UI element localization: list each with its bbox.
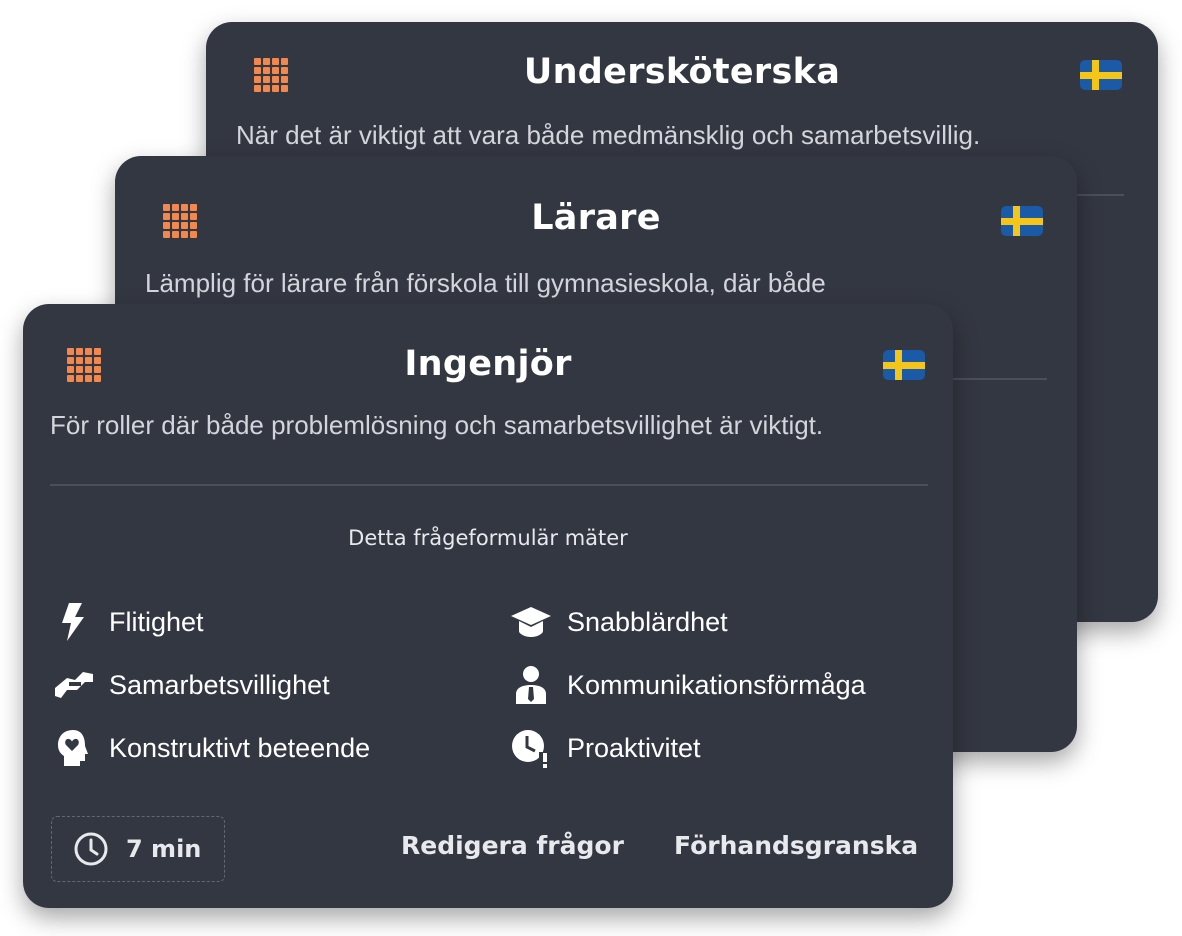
trait-snabblardhet: Snabblärdhet <box>511 602 728 642</box>
swedish-flag-icon <box>1080 60 1122 90</box>
card-title: Lärare <box>531 198 661 238</box>
swedish-flag-icon <box>1001 206 1043 236</box>
trait-samarbetsvillighet: Samarbetsvillighet <box>53 665 330 705</box>
trait-kommunikationsformaga: Kommunikationsförmåga <box>511 665 866 705</box>
handshake-icon <box>53 665 93 705</box>
trait-label: Samarbetsvillighet <box>109 669 330 700</box>
trait-flitighet: Flitighet <box>53 602 204 642</box>
trait-proaktivitet: Proaktivitet <box>511 728 701 768</box>
graduation-cap-icon <box>511 602 551 642</box>
trait-label: Snabblärdhet <box>567 606 728 637</box>
divider <box>50 484 928 486</box>
edit-questions-button[interactable]: Redigera frågor <box>401 831 624 860</box>
card-description: För roller där både problemlösning och s… <box>50 410 824 440</box>
card-ingenjor[interactable]: Ingenjör För roller där både problemlösn… <box>23 304 953 908</box>
person-tie-icon <box>511 665 551 705</box>
measures-heading: Detta frågeformulär mäter <box>348 526 628 550</box>
trait-label: Konstruktivt beteende <box>109 732 371 763</box>
duration-text: 7 min <box>126 835 202 863</box>
card-title: Ingenjör <box>404 344 572 384</box>
trait-konstruktivt-beteende: Konstruktivt beteende <box>53 728 370 768</box>
trait-label: Kommunikationsförmåga <box>567 669 866 700</box>
clock-icon <box>74 831 110 867</box>
head-heart-icon <box>53 728 93 768</box>
trait-label: Proaktivitet <box>567 732 701 763</box>
preview-button[interactable]: Förhandsgranska <box>674 831 918 860</box>
lightning-icon <box>53 602 93 642</box>
card-description: När det är viktigt att vara både medmäns… <box>236 120 981 150</box>
card-description: Lämplig för lärare från förskola till gy… <box>145 268 826 298</box>
duration-badge: 7 min <box>51 816 225 882</box>
swedish-flag-icon <box>883 350 925 380</box>
trait-label: Flitighet <box>109 606 204 637</box>
card-title: Undersköterska <box>523 52 841 92</box>
clock-alert-icon <box>511 728 551 768</box>
